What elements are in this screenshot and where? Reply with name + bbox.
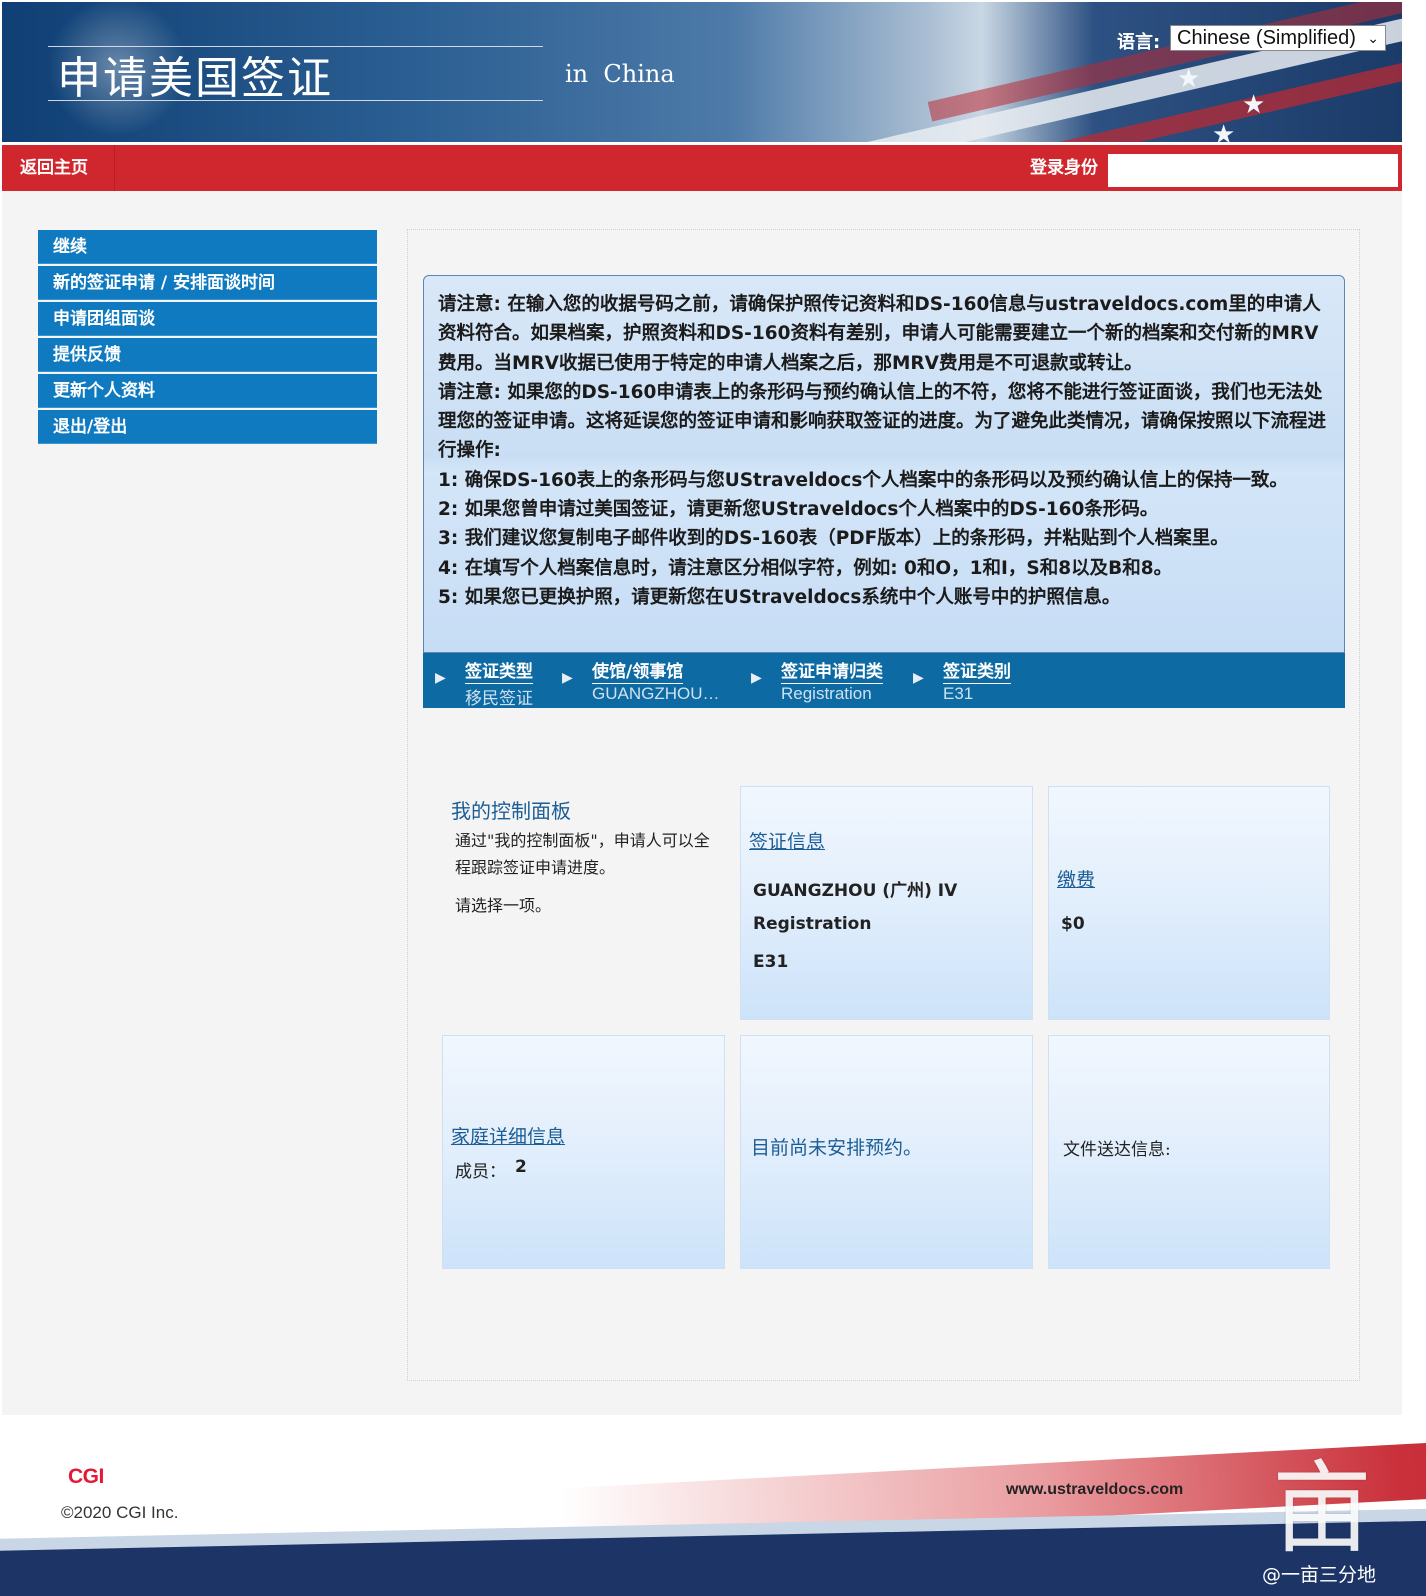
breadcrumb-value: 移民签证: [465, 689, 533, 708]
flag-decoration: [927, 2, 1402, 122]
cgi-logo: CGI: [68, 1465, 104, 1488]
dashboard-description: 通过"我的控制面板"，申请人可以全程跟踪签证申请进度。: [455, 831, 710, 877]
sidebar-menu: 继续 新的签证申请 / 安排面谈时间 申请团组面谈 提供反馈 更新个人资料 退出…: [38, 230, 377, 446]
notice-step: 5: 如果您已更换护照，请更新您在UStraveldocs系统中个人账号中的护照…: [438, 586, 1121, 608]
language-value: Chinese (Simplified): [1177, 27, 1356, 49]
language-select[interactable]: Chinese (Simplified) ⌄: [1170, 25, 1386, 51]
payment-tile: 缴费 $0: [1048, 786, 1330, 1020]
star-icon: ★: [1212, 120, 1236, 142]
footer-site-link[interactable]: www.ustraveldocs.com: [1006, 1481, 1183, 1499]
site-title: 申请美国签证: [57, 53, 333, 104]
breadcrumb-value: GUANGZHOU…: [592, 684, 720, 703]
notice-paragraph: 请注意: 在输入您的收据号码之前，请确保护照传记资料和DS-160信息与ustr…: [438, 294, 1321, 374]
visa-info-tile: 签证信息 GUANGZHOU (广州) IV Registration E31: [740, 786, 1033, 1020]
main-content: 请注意: 在输入您的收据号码之前，请确保护照传记资料和DS-160信息与ustr…: [407, 229, 1360, 1381]
sidebar-item-new-application[interactable]: 新的签证申请 / 安排面谈时间: [38, 266, 377, 300]
watermark-glyph: 亩: [1272, 1450, 1372, 1567]
visa-post: GUANGZHOU (广州) IV: [753, 881, 958, 901]
family-details-link[interactable]: 家庭详细信息: [451, 1122, 565, 1149]
visa-info-link[interactable]: 签证信息: [749, 827, 825, 854]
chevron-down-icon: ⌄: [1367, 30, 1379, 46]
footer: CGI ©2020 CGI Inc. www.ustraveldocs.com …: [0, 1415, 1426, 1596]
document-delivery-tile: 文件送达信息:: [1048, 1035, 1330, 1269]
notice-step: 4: 在填写个人档案信息时，请注意区分相似字符，例如: 0和O，1和I，S和8以…: [438, 557, 1173, 579]
breadcrumb-heading: 签证类型: [465, 657, 533, 684]
appointment-tile: 目前尚未安排预约。: [740, 1035, 1033, 1269]
login-label: 登录身份: [1030, 158, 1098, 178]
breadcrumb-heading: 签证申请归类: [781, 657, 883, 684]
payment-amount: $0: [1061, 914, 1085, 934]
document-delivery-label: 文件送达信息:: [1063, 1140, 1171, 1160]
dashboard-prompt: 请选择一项。: [455, 896, 552, 915]
star-icon: ★: [1177, 64, 1201, 94]
sidebar-item-update-profile[interactable]: 更新个人资料: [38, 374, 377, 408]
site-subtitle: in China: [565, 60, 675, 88]
appointment-status: 目前尚未安排预约。: [751, 1137, 923, 1159]
play-arrow-icon: ▶: [435, 670, 446, 686]
family-members-label: 成员：: [455, 1162, 506, 1182]
notice-step: 2: 如果您曾申请过美国签证，请更新您UStraveldocs个人档案中的DS-…: [438, 499, 1159, 521]
play-arrow-icon: ▶: [751, 670, 762, 686]
breadcrumb-heading: 签证类别: [943, 657, 1011, 684]
application-breadcrumb: ▶ 签证类型 移民签证 ▶ 使馆/领事馆 GUANGZHOU… ▶ 签证申请归类…: [423, 653, 1345, 708]
notice-step: 1: 确保DS-160表上的条形码与您UStraveldocs个人档案中的条形码…: [438, 469, 1288, 491]
visa-category: Registration: [753, 914, 872, 934]
star-icon: ★: [1242, 90, 1266, 120]
dashboard-title: 我的控制面板: [451, 799, 571, 823]
sidebar-item-logout[interactable]: 退出/登出: [38, 410, 377, 444]
watermark-text: @一亩三分地: [1262, 1564, 1377, 1586]
family-members-count: 2: [515, 1157, 527, 1177]
header-banner: ★ ★ ★ 申请美国签证 in China 语言: Chinese (Simpl…: [2, 2, 1402, 142]
notice-step: 3: 我们建议您复制电子邮件收到的DS-160表（PDF版本）上的条形码，并粘贴…: [438, 528, 1229, 550]
breadcrumb-heading: 使馆/领事馆: [592, 657, 684, 684]
visa-class: E31: [753, 952, 789, 972]
top-nav-bar: 返回主页 登录身份: [2, 145, 1402, 191]
notice-paragraph: 请注意: 如果您的DS-160申请表上的条形码与预约确认信上的不符，您将不能进行…: [438, 381, 1327, 462]
home-link[interactable]: 返回主页: [2, 145, 115, 191]
language-label: 语言:: [1117, 32, 1161, 53]
payment-link[interactable]: 缴费: [1057, 865, 1095, 892]
breadcrumb-value: E31: [943, 684, 974, 703]
notice-box: 请注意: 在输入您的收据号码之前，请确保护照传记资料和DS-160信息与ustr…: [423, 275, 1345, 653]
breadcrumb-value: Registration: [781, 684, 872, 703]
play-arrow-icon: ▶: [562, 670, 573, 686]
family-tile: 家庭详细信息 成员： 2: [442, 1035, 725, 1269]
sidebar-item-group-interview[interactable]: 申请团组面谈: [38, 302, 377, 336]
login-identity-field[interactable]: [1108, 154, 1398, 187]
sidebar-item-continue[interactable]: 继续: [38, 230, 377, 264]
play-arrow-icon: ▶: [913, 670, 924, 686]
sidebar-item-feedback[interactable]: 提供反馈: [38, 338, 377, 372]
copyright-text: ©2020 CGI Inc.: [61, 1503, 179, 1522]
